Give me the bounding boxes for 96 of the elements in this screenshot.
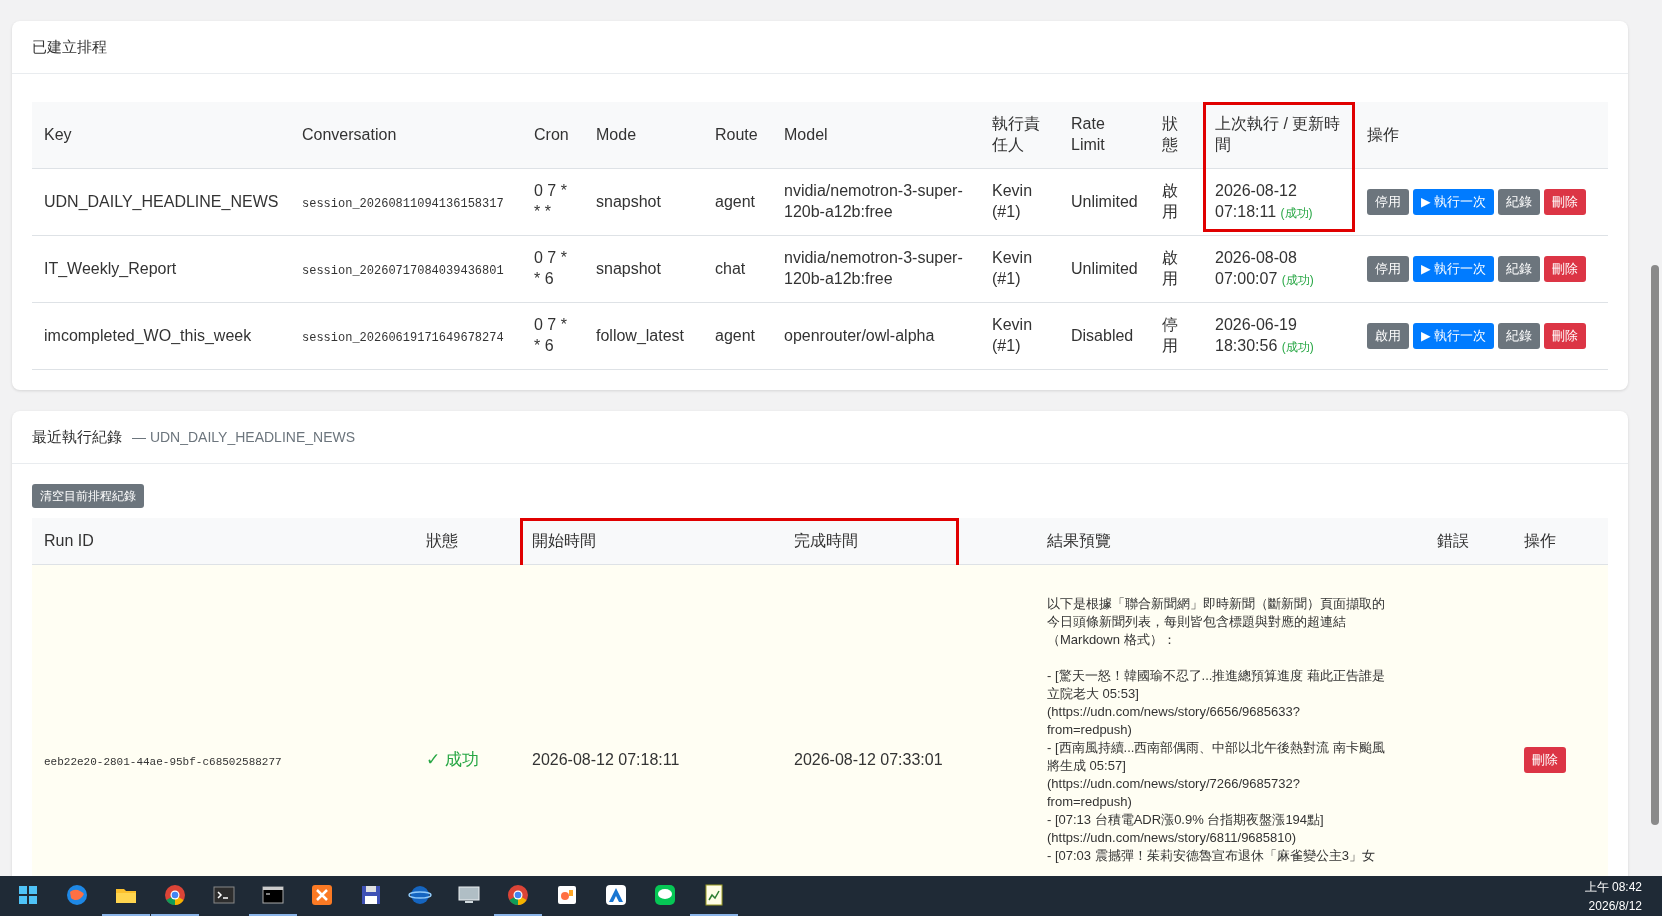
column-header: 狀態: [1150, 102, 1203, 169]
action-button[interactable]: 紀錄: [1498, 189, 1541, 215]
action-button[interactable]: 刪除: [1544, 323, 1587, 349]
column-header: 結果預覽: [1035, 518, 1425, 565]
table-cell: session_20260811094136158317: [290, 168, 522, 236]
preview-line: (https://udn.com/news/story/6656/9685633?: [1047, 703, 1300, 721]
table-cell: IT_Weekly_Report: [32, 235, 290, 303]
table-cell: 0 7 * * 6: [522, 235, 584, 303]
table-cell: Kevin (#1): [980, 168, 1059, 236]
table-cell: 2026-08-12 07:33:01: [782, 564, 1035, 876]
column-header: Cron: [522, 102, 584, 169]
column-header: 執行責任人: [980, 102, 1059, 169]
delete-button[interactable]: 刪除: [1524, 747, 1566, 773]
action-button[interactable]: ▶ 執行一次: [1413, 256, 1495, 282]
terminal-icon[interactable]: [212, 883, 236, 907]
preview-line: from=redpush): [1047, 721, 1132, 739]
preview-line: - [西南風持續...西南部偶雨、中部以北午後熱對流 南卡颱風: [1047, 739, 1385, 757]
action-button[interactable]: 啟用: [1367, 323, 1409, 349]
chrome-icon[interactable]: [506, 883, 530, 907]
table-cell: 2026-08-12 07:18:11 (成功): [1203, 168, 1355, 236]
arrow-logo-icon[interactable]: [604, 883, 628, 907]
action-button[interactable]: ▶ 執行一次: [1413, 323, 1495, 349]
windows-start-icon[interactable]: [16, 883, 40, 907]
table-cell: UDN_DAILY_HEADLINE_NEWS: [32, 168, 290, 236]
clear-logs-button[interactable]: 清空目前排程紀錄: [32, 484, 144, 508]
table-cell: Unlimited: [1059, 235, 1150, 303]
action-button[interactable]: 刪除: [1544, 256, 1587, 282]
preview-line: - [驚天一怒！韓國瑜不忍了...推進總預算進度 藉此正告誰是: [1047, 667, 1385, 685]
table-cell: 2026-08-08 07:00:07 (成功): [1203, 235, 1355, 303]
preview-line: 立院老大 05:53]: [1047, 685, 1139, 703]
column-header: Conversation: [290, 102, 522, 169]
table-cell: eeb22e20-2801-44ae-95bf-c68502588277: [32, 564, 414, 876]
globe-icon[interactable]: [65, 883, 89, 907]
table-cell: openrouter/owl-alpha: [772, 302, 980, 370]
clock-date[interactable]: 2026/8/12: [1588, 899, 1642, 913]
table-cell: Kevin (#1): [980, 302, 1059, 370]
card-title: 最近執行紀錄: [32, 427, 122, 447]
table-cell: 0 7 * * *: [522, 168, 584, 236]
preview-line: - [07:13 台積電ADR漲0.9% 台指期夜盤漲194點]: [1047, 811, 1324, 829]
preview-line: - [07:03 震撼彈！茱莉安德魯宣布退休「麻雀變公主3」女: [1047, 847, 1375, 865]
preview-line: 以下是根據「聯合新聞網」即時新聞（斷新聞）頁面擷取的: [1047, 595, 1385, 613]
column-header: Model: [772, 102, 980, 169]
table-cell: 2026-08-12 07:18:11: [520, 564, 782, 876]
action-button[interactable]: 紀錄: [1498, 323, 1541, 349]
status-label: ✓ 成功: [426, 749, 479, 769]
preview-line: （Markdown 格式）：: [1047, 631, 1176, 649]
table-cell: 啟用: [1150, 235, 1203, 303]
table-cell: 0 7 * * 6: [522, 302, 584, 370]
action-button[interactable]: 刪除: [1544, 189, 1587, 215]
console-icon[interactable]: [261, 883, 285, 907]
preview-line: 將生成 05:57]: [1047, 757, 1126, 775]
table-cell: 啟用: [1150, 168, 1203, 236]
table-cell: nvidia/nemotron-3-super-120b-a12b:free: [772, 168, 980, 236]
chrome-icon[interactable]: [163, 883, 187, 907]
preview-line: from=redpush): [1047, 793, 1132, 811]
chat-bubble-icon[interactable]: [653, 883, 677, 907]
table-cell: session_20260619171649678274: [290, 302, 522, 370]
clock-time[interactable]: 上午 08:42: [1584, 879, 1642, 896]
card-subtitle: — UDN_DAILY_HEADLINE_NEWS: [132, 429, 356, 445]
table-cell: snapshot: [584, 235, 703, 303]
preview-line: 今日頭條新聞列表，每則皆包含標題與對應的超連結: [1047, 613, 1346, 631]
table-cell: 停用: [1150, 302, 1203, 370]
column-header: 操作: [1512, 518, 1608, 565]
table-cell: nvidia/nemotron-3-super-120b-a12b:free: [772, 235, 980, 303]
column-header: 操作: [1355, 102, 1608, 169]
action-button[interactable]: 紀錄: [1498, 256, 1541, 282]
planet-icon[interactable]: [408, 883, 432, 907]
column-header: 完成時間: [782, 518, 1035, 565]
column-header: Route: [703, 102, 772, 169]
column-header: 開始時間: [520, 518, 782, 565]
table-cell: agent: [703, 302, 772, 370]
table-cell: 2026-06-19 18:30:56 (成功): [1203, 302, 1355, 370]
table-cell: Disabled: [1059, 302, 1150, 370]
column-header: Rate Limit: [1059, 102, 1150, 169]
preview-line: (https://udn.com/news/story/6811/9685810): [1047, 829, 1297, 847]
column-header: Run ID: [32, 518, 414, 565]
table-cell: Kevin (#1): [980, 235, 1059, 303]
table-cell: snapshot: [584, 168, 703, 236]
table-cell: session_20260717084039436801: [290, 235, 522, 303]
card-title: 已建立排程: [32, 37, 107, 57]
action-button[interactable]: 停用: [1367, 256, 1409, 282]
table-cell: Unlimited: [1059, 168, 1150, 236]
column-header: Mode: [584, 102, 703, 169]
notepad-icon[interactable]: [702, 883, 726, 907]
table-cell: imcompleted_WO_this_week: [32, 302, 290, 370]
column-header: Key: [32, 102, 290, 169]
app-tile-icon[interactable]: [555, 883, 579, 907]
action-button[interactable]: 停用: [1367, 189, 1409, 215]
preview-line: (https://udn.com/news/story/7266/9685732?: [1047, 775, 1300, 793]
table-cell: follow_latest: [584, 302, 703, 370]
cross-logo-icon[interactable]: [310, 883, 334, 907]
table-cell: chat: [703, 235, 772, 303]
column-header: 狀態: [414, 518, 520, 565]
column-header: 錯誤: [1425, 518, 1512, 565]
table-cell: agent: [703, 168, 772, 236]
action-button[interactable]: ▶ 執行一次: [1413, 189, 1495, 215]
